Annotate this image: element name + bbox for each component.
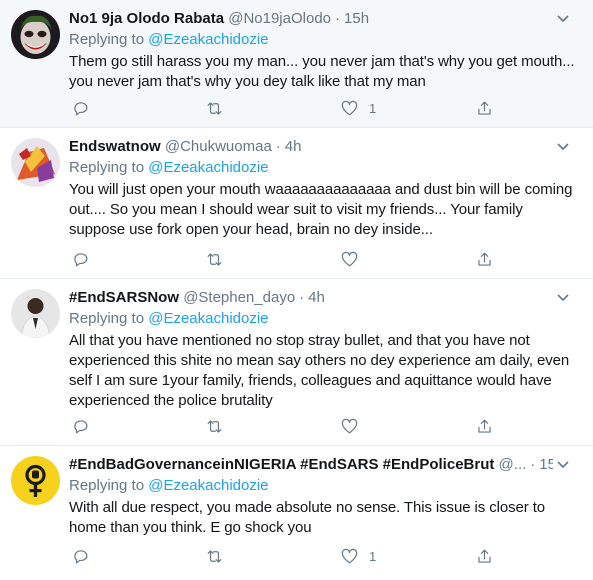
tweet-time[interactable]: 15h bbox=[539, 456, 553, 473]
mention-link[interactable]: @Ezeakachidozie bbox=[148, 31, 268, 48]
like-button[interactable] bbox=[340, 247, 369, 271]
author-handle[interactable]: @Chukwuomaa bbox=[165, 138, 272, 155]
share-button[interactable] bbox=[475, 247, 494, 271]
like-button[interactable]: 1 bbox=[340, 544, 376, 568]
share-icon bbox=[478, 101, 491, 115]
retweet-button[interactable] bbox=[205, 544, 234, 568]
joker-avatar-icon[interactable] bbox=[11, 10, 60, 59]
colorful-avatar-icon[interactable] bbox=[11, 138, 60, 187]
reply-button[interactable] bbox=[71, 414, 100, 438]
tweet-card[interactable]: Endswatnow @Chukwuomaa · 4h Replying to @E… bbox=[0, 128, 593, 279]
tweet-card[interactable]: No1 9ja Olodo Rabata @No19jaOlodo · 15h Re… bbox=[0, 0, 593, 128]
tweet-actions bbox=[69, 414, 583, 438]
share-icon bbox=[478, 419, 491, 433]
replying-to: Replying to @Ezeakachidozie bbox=[69, 159, 269, 176]
tweet-card[interactable]: #EndSARSNow @Stephen_dayo · 4h Replying to… bbox=[0, 279, 593, 446]
retweet-icon bbox=[207, 252, 222, 266]
mention-link[interactable]: @Ezeakachidozie bbox=[148, 477, 268, 494]
heart-icon bbox=[341, 100, 358, 115]
tweet-text: Them go still harass you my man... you n… bbox=[69, 53, 575, 90]
tweet-text: All that you have mentioned no stop stra… bbox=[69, 332, 570, 409]
author-name[interactable]: #EndBadGovernanceinNIGERIA #EndSARS #End… bbox=[69, 456, 494, 473]
tweet-actions: 1 bbox=[69, 96, 583, 120]
replying-to: Replying to @Ezeakachidozie bbox=[69, 477, 269, 494]
like-button[interactable] bbox=[340, 414, 369, 438]
chevron-down-icon[interactable] bbox=[555, 289, 571, 305]
author-handle[interactable]: @... bbox=[499, 456, 527, 473]
tweet-card[interactable]: #EndBadGovernanceinNIGERIA #EndSARS #End… bbox=[0, 446, 593, 580]
tweet-time[interactable]: 4h bbox=[285, 138, 302, 155]
reply-button[interactable] bbox=[71, 544, 100, 568]
reply-icon bbox=[74, 101, 88, 115]
heart-icon bbox=[341, 251, 358, 266]
female-fist-avatar-icon[interactable] bbox=[11, 456, 60, 505]
retweet-icon bbox=[207, 101, 222, 115]
chevron-down-icon[interactable] bbox=[555, 10, 571, 26]
reply-icon bbox=[74, 252, 88, 266]
share-button[interactable] bbox=[475, 96, 494, 120]
author-handle[interactable]: @Stephen_dayo bbox=[183, 289, 295, 306]
retweet-button[interactable] bbox=[205, 96, 234, 120]
chevron-down-icon[interactable] bbox=[555, 456, 571, 472]
retweet-button[interactable] bbox=[205, 247, 234, 271]
replying-to: Replying to @Ezeakachidozie bbox=[69, 31, 269, 48]
share-button[interactable] bbox=[475, 414, 494, 438]
person-avatar-icon[interactable] bbox=[11, 289, 60, 338]
retweet-button[interactable] bbox=[205, 414, 234, 438]
replying-to: Replying to @Ezeakachidozie bbox=[69, 310, 269, 327]
heart-icon bbox=[341, 548, 358, 563]
tweet-actions: 1 bbox=[69, 544, 583, 568]
share-icon bbox=[478, 252, 491, 266]
reply-icon bbox=[74, 549, 88, 563]
tweet-actions bbox=[69, 247, 583, 271]
share-icon bbox=[478, 549, 491, 563]
reply-button[interactable] bbox=[71, 247, 100, 271]
like-button[interactable]: 1 bbox=[340, 96, 376, 120]
tweet-text: With all due respect, you made absolute … bbox=[69, 499, 546, 536]
retweet-icon bbox=[207, 549, 222, 563]
mention-link[interactable]: @Ezeakachidozie bbox=[148, 310, 268, 327]
author-name[interactable]: No1 9ja Olodo Rabata bbox=[69, 10, 224, 27]
share-button[interactable] bbox=[475, 544, 494, 568]
tweet-time[interactable]: 15h bbox=[344, 10, 369, 27]
chevron-down-icon[interactable] bbox=[555, 138, 571, 154]
like-count: 1 bbox=[369, 548, 377, 564]
author-name[interactable]: Endswatnow bbox=[69, 138, 161, 155]
like-count: 1 bbox=[369, 100, 377, 116]
retweet-icon bbox=[207, 419, 222, 433]
author-handle[interactable]: @No19jaOlodo bbox=[228, 10, 331, 27]
heart-icon bbox=[341, 418, 358, 433]
tweet-text: You will just open your mouth waaaaaaaaa… bbox=[69, 181, 573, 238]
tweet-feed: No1 9ja Olodo Rabata @No19jaOlodo · 15h Re… bbox=[0, 0, 593, 580]
author-name[interactable]: #EndSARSNow bbox=[69, 289, 179, 306]
reply-icon bbox=[74, 419, 88, 433]
reply-button[interactable] bbox=[71, 96, 100, 120]
tweet-time[interactable]: 4h bbox=[308, 289, 325, 306]
mention-link[interactable]: @Ezeakachidozie bbox=[148, 159, 268, 176]
